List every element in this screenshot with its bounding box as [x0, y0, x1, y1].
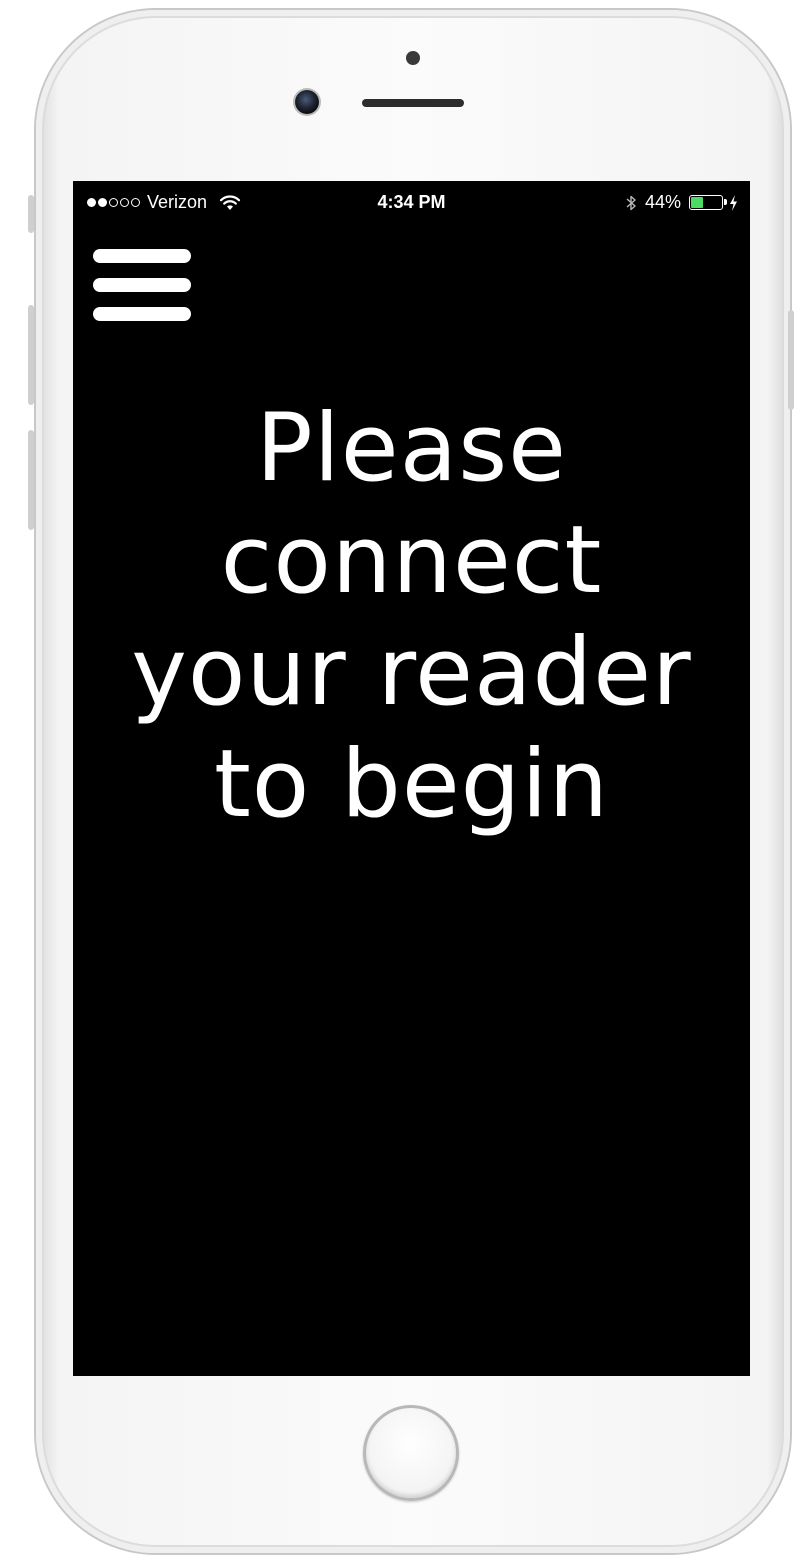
status-bar-right: 44% [625, 192, 738, 213]
volume-up-button [28, 305, 34, 405]
message-line: connect [220, 506, 603, 615]
home-button[interactable] [363, 1405, 459, 1501]
hamburger-menu-icon[interactable] [93, 249, 191, 321]
proximity-sensor [406, 51, 420, 65]
front-camera [295, 90, 319, 114]
battery-percentage: 44% [644, 192, 681, 212]
power-button [788, 310, 794, 410]
connect-reader-message: Please connect your reader to begin [73, 393, 750, 841]
bluetooth-icon [626, 195, 636, 210]
message-line: your reader [131, 618, 692, 727]
menu-bar-top [93, 249, 191, 263]
battery-level-fill [691, 197, 704, 208]
menu-bar-bottom [93, 307, 191, 321]
volume-down-button [28, 430, 34, 530]
menu-bar-middle [93, 278, 191, 292]
charging-bolt-icon [730, 194, 737, 211]
screen: Verizon 4:34 PM 44% Please connect your … [73, 181, 750, 1376]
message-line: to begin [213, 730, 610, 839]
earpiece-speaker [362, 99, 464, 107]
status-bar: Verizon 4:34 PM 44% [73, 181, 750, 223]
mute-switch [28, 195, 34, 233]
battery-icon [689, 195, 727, 210]
battery-nub [724, 199, 727, 205]
message-line: Please [255, 394, 568, 503]
